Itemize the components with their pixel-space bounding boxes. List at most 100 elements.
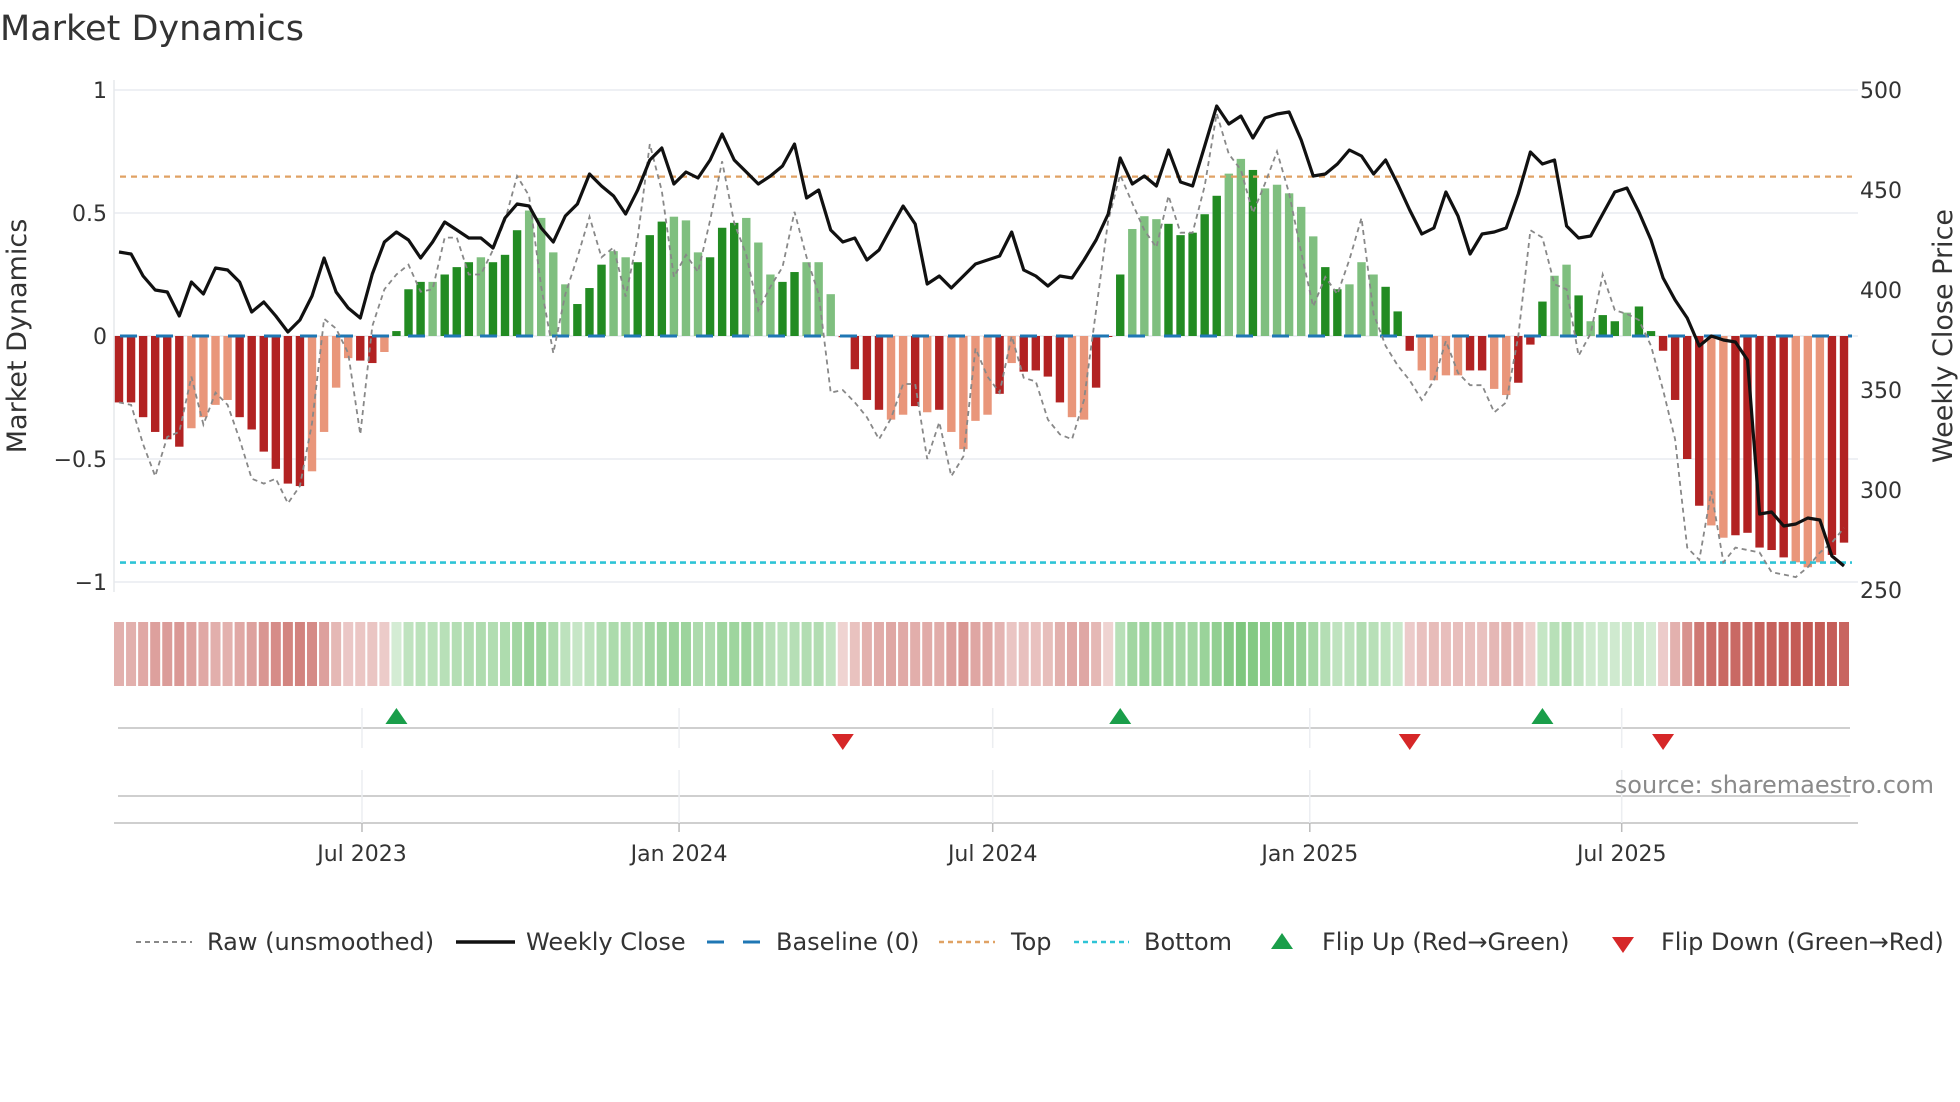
bar xyxy=(862,336,872,400)
bar xyxy=(923,336,932,413)
strip-cell xyxy=(934,622,945,686)
bar xyxy=(1031,336,1040,371)
strip-cell xyxy=(801,622,812,686)
strip-cell xyxy=(668,622,679,686)
bar xyxy=(693,252,703,336)
bar xyxy=(404,289,413,336)
bar xyxy=(754,242,763,336)
strip-cell xyxy=(886,622,897,686)
strip-cell xyxy=(1404,622,1415,686)
bar xyxy=(199,336,208,418)
strip-cell xyxy=(150,622,161,686)
strip-cell xyxy=(1621,622,1632,686)
strip-cell xyxy=(1742,622,1753,686)
strip-cell xyxy=(1826,622,1837,686)
y-axis-right-title: Weekly Close Price xyxy=(1928,209,1959,463)
bar xyxy=(150,336,160,432)
bar xyxy=(609,251,618,336)
bar xyxy=(657,221,667,336)
bar xyxy=(537,217,546,336)
strip-cell xyxy=(1802,622,1813,686)
bar xyxy=(1707,336,1716,526)
strip-cell xyxy=(1778,622,1789,686)
bar xyxy=(283,336,293,484)
strip-cell xyxy=(367,622,378,686)
bar xyxy=(898,336,908,415)
bar xyxy=(1128,228,1137,336)
strip-cell xyxy=(861,622,872,686)
strip-cell xyxy=(439,622,450,686)
bar xyxy=(259,336,268,452)
strip-cell xyxy=(632,622,643,686)
bar xyxy=(1767,336,1776,551)
bar xyxy=(1695,336,1704,506)
strip-cell xyxy=(693,622,704,686)
bar xyxy=(1333,289,1342,336)
y-tick-label-right: 500 xyxy=(1860,79,1902,104)
bar xyxy=(826,294,835,336)
strip-cell xyxy=(1356,622,1367,686)
bar xyxy=(223,336,232,400)
y-tick-label-left: 1 xyxy=(93,79,107,104)
strip-cell xyxy=(1006,622,1017,686)
strip-cell xyxy=(138,622,149,686)
y-tick-label-right: 400 xyxy=(1860,279,1902,304)
bar xyxy=(1212,195,1221,336)
y-tick-label-left: 0 xyxy=(93,325,107,350)
strip-cell xyxy=(234,622,245,686)
strip-cell xyxy=(1790,622,1801,686)
legend-raw-label: Raw (unsmoothed) xyxy=(207,928,434,956)
bar xyxy=(1224,173,1233,336)
bar xyxy=(1682,336,1692,459)
strip-cell xyxy=(1103,622,1114,686)
gridlines xyxy=(113,80,1858,824)
strip-cell xyxy=(1730,622,1741,686)
flip-down-icon xyxy=(831,734,854,750)
bar xyxy=(645,235,654,336)
strip-cell xyxy=(1259,622,1270,686)
strip-cell xyxy=(294,622,305,686)
strip-cell xyxy=(270,622,281,686)
strip-cell xyxy=(1440,622,1451,686)
strip-cell xyxy=(777,622,788,686)
bar xyxy=(380,336,389,352)
strip-cell xyxy=(656,622,667,686)
legend-flip-down-icon xyxy=(1612,937,1634,953)
strip-cell xyxy=(1042,622,1053,686)
strip-cell xyxy=(849,622,860,686)
strip-cell xyxy=(1633,622,1644,686)
bar xyxy=(1755,336,1764,548)
bar xyxy=(1562,264,1571,336)
bar xyxy=(1827,336,1837,555)
source-annotation: source: sharemaestro.com xyxy=(1615,771,1934,799)
strip-cell xyxy=(1452,622,1463,686)
bar xyxy=(175,336,184,447)
bar xyxy=(1309,236,1318,336)
strip-cell xyxy=(753,622,764,686)
strip-cell xyxy=(1537,622,1548,686)
bar xyxy=(295,336,305,487)
strip-cell xyxy=(1235,622,1246,686)
bar xyxy=(585,288,594,336)
bar xyxy=(717,227,727,336)
legend-bottom-label: Bottom xyxy=(1144,928,1232,956)
strip-cell xyxy=(548,622,559,686)
strip-cell xyxy=(982,622,993,686)
strip-cell xyxy=(873,622,884,686)
strip-cell xyxy=(910,622,921,686)
strip-cell xyxy=(186,622,197,686)
strip-cell xyxy=(1332,622,1343,686)
bar xyxy=(1284,193,1294,336)
bar xyxy=(1514,336,1523,383)
bar xyxy=(1489,336,1499,389)
bar xyxy=(850,336,860,370)
strip-cell xyxy=(1066,622,1077,686)
strip-cell xyxy=(1308,622,1319,686)
strip-cell xyxy=(451,622,462,686)
strip-cell xyxy=(379,622,390,686)
strip-cell xyxy=(126,622,137,686)
strip-cell xyxy=(391,622,402,686)
strip-cell xyxy=(705,622,716,686)
strip-cell xyxy=(1199,622,1210,686)
strip-cell xyxy=(500,622,511,686)
